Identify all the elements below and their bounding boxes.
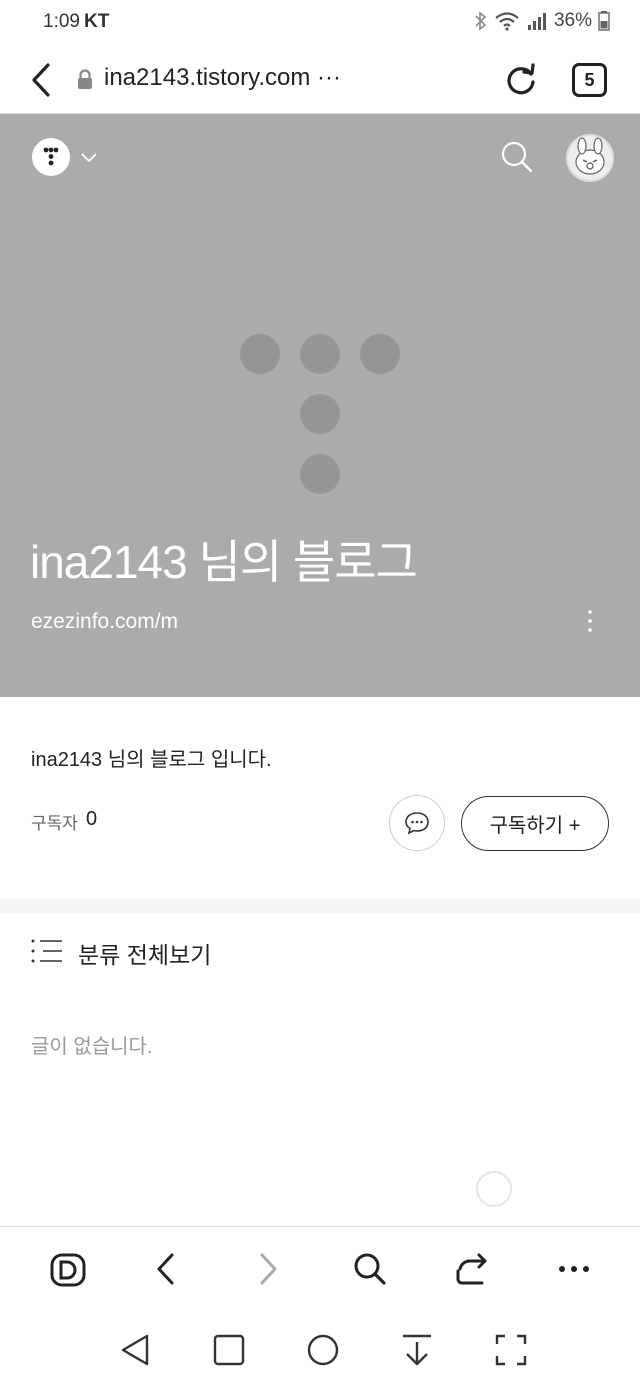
subscriber-count: 0 bbox=[86, 808, 98, 830]
nav-fullscreen-icon[interactable] bbox=[491, 1330, 531, 1370]
category-all-link[interactable]: 분류 전체보기 bbox=[78, 936, 211, 970]
list-icon[interactable] bbox=[31, 938, 65, 964]
nav-home-icon[interactable] bbox=[209, 1330, 249, 1370]
blog-header-banner: ina2143 님의 블로그 ezezinfo.com/m bbox=[0, 114, 640, 697]
guestbook-button[interactable] bbox=[389, 795, 445, 851]
wifi-icon bbox=[495, 12, 519, 31]
status-time: 1:09 KT bbox=[43, 11, 109, 33]
avatar-character-icon bbox=[575, 137, 605, 175]
status-bar: 1:09 KT 36% bbox=[0, 0, 640, 46]
nav-circle-icon[interactable] bbox=[303, 1330, 343, 1370]
browser-address-bar: ina2143.tistory.com ··· 5 bbox=[0, 46, 640, 114]
search-icon[interactable] bbox=[350, 1249, 390, 1289]
forward-icon[interactable] bbox=[248, 1249, 288, 1289]
tistory-menu-button[interactable] bbox=[32, 138, 70, 176]
nav-down-icon[interactable] bbox=[397, 1330, 437, 1370]
scroll-indicator bbox=[476, 1171, 512, 1207]
d-home-icon[interactable] bbox=[48, 1249, 88, 1289]
blog-title: ina2143 님의 블로그 bbox=[30, 536, 418, 588]
system-navigation-bar bbox=[0, 1312, 640, 1387]
carrier-text: KT bbox=[83, 11, 110, 32]
bluetooth-icon bbox=[475, 11, 487, 31]
subscriber-label: 구독자 bbox=[31, 814, 78, 833]
subscribe-button[interactable]: 구독하기 + bbox=[461, 796, 609, 851]
comment-icon bbox=[405, 812, 429, 835]
share-icon[interactable] bbox=[452, 1249, 492, 1289]
blog-url[interactable]: ezezinfo.com/m bbox=[31, 610, 178, 634]
reload-icon[interactable] bbox=[503, 62, 539, 98]
browser-back-icon[interactable] bbox=[24, 60, 60, 100]
more-icon[interactable] bbox=[554, 1249, 594, 1289]
time-text: 1:09 bbox=[43, 11, 80, 32]
status-icons: 36% bbox=[474, 10, 610, 32]
chevron-down-icon[interactable] bbox=[80, 150, 98, 164]
url-text[interactable]: ina2143.tistory.com ··· bbox=[104, 64, 341, 92]
lock-icon bbox=[78, 69, 92, 89]
empty-posts-text: 글이 없습니다. bbox=[31, 1036, 153, 1058]
battery-text: 36% bbox=[553, 10, 592, 31]
more-vertical-icon[interactable] bbox=[578, 606, 602, 638]
signal-icon bbox=[527, 13, 546, 30]
back-icon[interactable] bbox=[146, 1249, 186, 1289]
avatar[interactable] bbox=[566, 134, 614, 182]
tistory-logo-icon bbox=[43, 147, 59, 166]
section-divider bbox=[0, 899, 640, 913]
browser-toolbar bbox=[0, 1226, 640, 1312]
battery-icon bbox=[598, 11, 610, 31]
nav-back-icon[interactable] bbox=[115, 1330, 155, 1370]
tistory-large-logo-icon bbox=[240, 334, 400, 494]
search-icon[interactable] bbox=[498, 138, 536, 176]
tab-count-button[interactable]: 5 bbox=[572, 63, 607, 97]
blog-description: ina2143 님의 블로그 입니다. bbox=[31, 749, 272, 771]
